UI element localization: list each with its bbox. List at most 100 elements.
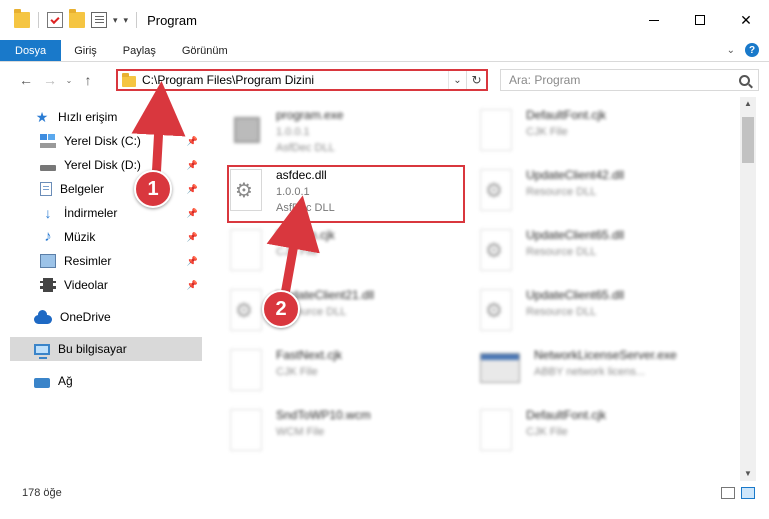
search-input[interactable]: Ara: Program [500,69,759,91]
recent-locations-icon[interactable]: ⌄ [62,76,76,85]
drive-icon [40,134,56,148]
file-list: program.exe 1.0.0.1 AsfDec DLL asfdec.dl… [212,97,739,481]
file-item[interactable]: DefaultFont.cjk CJK File [462,105,702,161]
file-icon [230,349,262,391]
tab-home[interactable]: Giriş [61,40,110,61]
file-type: Resource DLL [526,246,597,258]
file-item[interactable]: UpdateClient21.dll Resource DLL [212,285,452,341]
highlight-box [227,165,465,223]
application-window-icon [480,353,520,383]
file-name: Boldten.cjk [276,228,335,242]
help-icon[interactable]: ? [745,43,759,57]
sidebar-item-label: Yerel Disk (C:) [64,134,141,148]
view-switcher [721,487,755,499]
window-controls: ✕ [631,0,769,40]
sidebar-item-onedrive[interactable]: OneDrive [34,305,202,329]
back-arrow-icon[interactable]: ← [14,72,38,88]
scroll-up-icon[interactable]: ▲ [740,97,756,111]
pin-icon[interactable]: 📌 [187,160,198,171]
search-icon [739,74,750,86]
file-item[interactable]: DefaultFont.cjk CJK File [462,405,702,461]
file-item[interactable]: UpdateClient42.dll Resource DLL [462,165,702,221]
properties-icon[interactable] [91,12,107,28]
sidebar-item-label: OneDrive [60,310,111,324]
sidebar-item-label: Müzik [64,230,96,244]
item-count: 178 öğe [22,487,62,499]
sidebar-item-label: Hızlı erişim [58,110,118,124]
expand-ribbon-icon[interactable]: ⌄ [727,45,735,56]
refresh-icon[interactable]: ↻ [466,71,486,89]
sidebar-item-label: Ağ [58,374,73,388]
file-type: Resource DLL [526,306,597,318]
network-icon [34,377,50,388]
folder-icon[interactable] [14,9,30,28]
file-item[interactable]: UpdateClient65.dll Resource DLL [462,225,702,281]
sidebar-item-local-disk-d[interactable]: Yerel Disk (D:) 📌 [40,153,202,177]
maximize-icon [695,15,705,25]
file-item[interactable]: FastNext.cjk CJK File [212,345,452,401]
sidebar-item-music[interactable]: ♪ Müzik 📌 [40,225,202,249]
details-view-icon[interactable] [721,487,735,499]
title-bar: ▾ ▾ Program ✕ [0,0,769,40]
sidebar-item-videos[interactable]: Videolar 📌 [40,273,202,297]
pictures-icon [40,254,56,268]
minimize-button[interactable] [631,0,677,40]
sidebar-item-label: İndirmeler [64,206,118,220]
file-item[interactable]: UpdateClient65.dll Resource DLL [462,285,702,341]
sidebar-item-local-disk-c[interactable]: Yerel Disk (C:) 📌 [40,129,202,153]
dll-gear-icon [480,169,512,211]
divider [38,12,39,28]
new-folder-icon[interactable] [69,9,85,28]
tab-share[interactable]: Paylaş [110,40,169,61]
file-item[interactable]: program.exe 1.0.0.1 AsfDec DLL [212,105,452,161]
executable-icon [230,109,262,151]
address-path[interactable]: C:\Program Files\Program Dizini [142,73,448,87]
sidebar-item-pictures[interactable]: Resimler 📌 [40,249,202,273]
chevron-down-icon[interactable]: ▾ [113,15,118,26]
sidebar-item-downloads[interactable]: ↓ İndirmeler 📌 [40,201,202,225]
sidebar-item-quick-access[interactable]: ★ Hızlı erişim [34,105,236,129]
address-bar[interactable]: C:\Program Files\Program Dizini ⌄ ↻ [116,69,488,91]
navigation-pane: ★ Hızlı erişim Yerel Disk (C:) 📌 Yerel D… [0,97,210,481]
sidebar-item-label: Videolar [64,278,108,292]
sidebar-item-network[interactable]: Ağ [34,369,202,393]
file-icon [480,109,512,151]
pin-icon[interactable]: 📌 [187,232,198,243]
pin-icon[interactable]: 📌 [187,136,198,147]
chevron-down-icon[interactable]: ⌄ [448,71,466,89]
file-item[interactable]: Boldten.cjk CJK File [212,225,452,281]
step-1-badge: 1 [134,170,172,208]
sidebar-item-documents[interactable]: Belgeler 📌 [40,177,202,201]
music-note-icon: ♪ [44,228,52,245]
customize-toolbar-icon[interactable]: ▾ [124,15,129,26]
maximize-button[interactable] [677,0,723,40]
pin-icon[interactable]: 📌 [187,208,198,219]
pin-icon[interactable]: 📌 [187,280,198,291]
tab-view[interactable]: Görünüm [169,40,241,61]
file-name: UpdateClient65.dll [526,288,625,302]
tab-file[interactable]: Dosya [0,40,62,61]
file-type: Resource DLL [526,186,597,198]
scroll-thumb[interactable] [742,117,754,163]
file-name: program.exe [276,108,344,122]
sidebar-item-this-pc[interactable]: Bu bilgisayar [10,337,202,361]
tiles-view-icon[interactable] [741,487,755,499]
pin-icon[interactable]: 📌 [187,256,198,267]
dll-gear-icon [480,229,512,271]
file-item[interactable]: SndToWP10.wcm WCM File [212,405,452,461]
close-button[interactable]: ✕ [723,0,769,40]
file-name: NetworkLicenseServer.exe [534,348,677,362]
download-arrow-icon: ↓ [44,205,52,221]
folder-icon [122,72,136,87]
drive-icon [40,165,56,171]
pin-icon[interactable]: 📌 [187,184,198,195]
file-description: AsfDec DLL [276,142,335,154]
file-item[interactable]: NetworkLicenseServer.exe ABBY network li… [462,345,732,401]
properties-check-icon[interactable] [47,12,63,28]
file-name: UpdateClient42.dll [526,168,625,182]
status-bar: 178 öğe [0,481,769,505]
forward-arrow-icon[interactable]: → [38,72,62,88]
vertical-scrollbar[interactable]: ▲ ▼ [740,97,756,481]
scroll-down-icon[interactable]: ▼ [740,467,756,481]
up-arrow-icon[interactable]: ↑ [76,72,100,88]
